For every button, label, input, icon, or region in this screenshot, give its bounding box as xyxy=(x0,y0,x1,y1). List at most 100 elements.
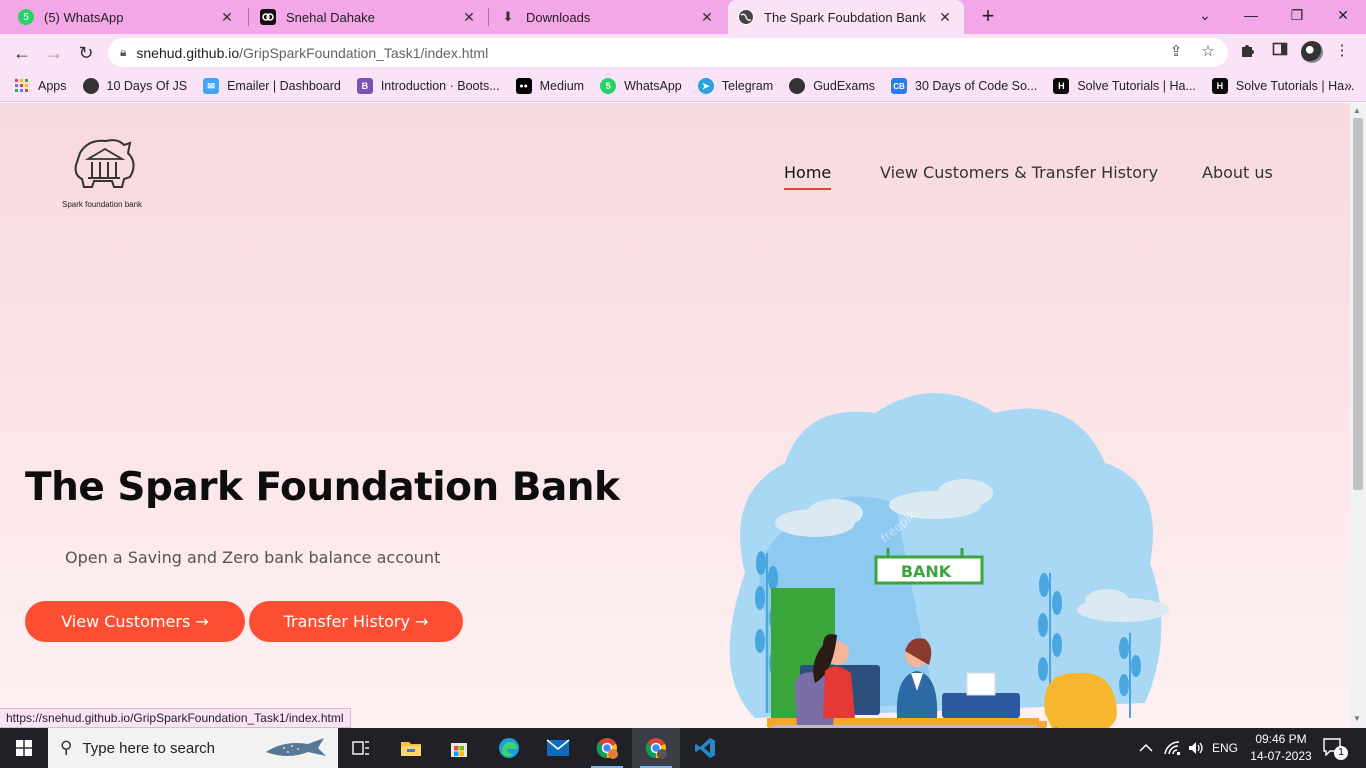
close-icon[interactable]: ✕ xyxy=(936,9,954,26)
address-bar[interactable]: 🔒︎ snehud.github.io/GripSparkFoundation_… xyxy=(108,38,1228,67)
reload-icon[interactable]: ↻ xyxy=(73,40,99,66)
minimize-icon[interactable]: — xyxy=(1228,0,1274,30)
menu-kebab-icon[interactable]: ⋮ xyxy=(1331,41,1353,63)
view-customers-button[interactable]: View Customers → xyxy=(25,601,245,642)
mail-icon[interactable] xyxy=(534,728,582,768)
globe-icon xyxy=(789,78,806,94)
taskbar-clock[interactable]: 09:46 PM 14-07-2023 xyxy=(1250,731,1312,765)
extensions-puzzle-icon[interactable] xyxy=(1237,41,1259,63)
task-view-icon[interactable] xyxy=(337,728,385,768)
clock-date: 14-07-2023 xyxy=(1250,749,1312,763)
restore-icon[interactable]: ❐ xyxy=(1274,0,1320,30)
link-status-bubble: https://snehud.github.io/GripSparkFounda… xyxy=(0,708,351,728)
whale-shark-search-art xyxy=(266,738,326,756)
bookmark-bootstrap[interactable]: B Introduction · Boots... xyxy=(356,78,500,94)
emailer-icon: ✉ xyxy=(203,78,220,94)
bookmark-apps[interactable]: Apps xyxy=(14,78,67,94)
back-arrow-icon[interactable]: ← xyxy=(9,40,35,66)
file-explorer-icon[interactable] xyxy=(387,728,435,768)
bookmark-star-icon[interactable]: ☆ xyxy=(1198,42,1218,62)
bookmark-label: GudExams xyxy=(813,79,876,93)
close-window-icon[interactable]: ✕ xyxy=(1320,0,1366,30)
whatsapp-icon: 5 xyxy=(600,78,617,94)
tab-snehal-dahake[interactable]: Snehal Dahake ✕ xyxy=(250,0,488,34)
piggy-bank-logo-icon xyxy=(74,139,135,188)
tab-whatsapp[interactable]: 5 (5) WhatsApp ✕ xyxy=(8,0,246,34)
vscode-icon[interactable] xyxy=(681,728,729,768)
chrome-profile-2-icon[interactable] xyxy=(632,728,680,768)
bookmark-label: 10 Days Of JS xyxy=(106,79,188,93)
side-panel-icon[interactable] xyxy=(1269,41,1291,63)
bookmark-label: Emailer | Dashboard xyxy=(227,79,341,93)
close-icon[interactable]: ✕ xyxy=(218,9,236,26)
profile-avatar[interactable] xyxy=(1301,41,1323,63)
microsoft-store-icon[interactable] xyxy=(435,728,483,768)
clock-time: 09:46 PM xyxy=(1255,732,1307,746)
notification-center-icon[interactable]: 1 xyxy=(1322,738,1348,760)
bank-illustration: BANK freepik xyxy=(729,393,1169,728)
page-scrollbar[interactable]: ▲ ▼ xyxy=(1350,103,1366,728)
more-bookmarks-chevron-icon[interactable]: » xyxy=(1344,77,1352,93)
nav-home[interactable]: Home xyxy=(784,163,832,190)
transfer-history-button[interactable]: Transfer History → xyxy=(249,601,463,642)
wifi-icon[interactable] xyxy=(1163,728,1181,768)
language-indicator[interactable]: ENG xyxy=(1212,728,1238,768)
bookmark-gudexams[interactable]: GudExams xyxy=(789,78,875,94)
volume-icon[interactable] xyxy=(1187,728,1205,768)
bookmark-label: 30 Days of Code So... xyxy=(915,79,1038,93)
bookmarks-bar: Apps 10 Days Of JS ✉ Emailer | Dashboard… xyxy=(0,71,1366,102)
bookmark-30-days-of-code[interactable]: CB 30 Days of Code So... xyxy=(891,78,1037,94)
app-icon xyxy=(260,9,276,25)
bookmark-hackerrank-1[interactable]: H Solve Tutorials | Ha... xyxy=(1053,78,1196,94)
edge-browser-icon[interactable] xyxy=(485,728,533,768)
tab-strip: 5 (5) WhatsApp ✕ Snehal Dahake ✕ ⬇ Downl… xyxy=(0,0,1366,34)
tab-spark-bank[interactable]: The Spark Foubdation Bank ✕ xyxy=(728,0,964,34)
tab-title: (5) WhatsApp xyxy=(44,9,124,25)
new-tab-button[interactable]: + xyxy=(976,5,1000,29)
bookmark-whatsapp[interactable]: 5 WhatsApp xyxy=(600,78,682,94)
forward-arrow-icon[interactable]: → xyxy=(41,40,67,66)
hackerrank-icon: H xyxy=(1211,78,1228,94)
windows-logo-icon xyxy=(16,740,32,756)
nav-customers-history[interactable]: View Customers & Transfer History xyxy=(880,163,1158,182)
globe-icon xyxy=(82,78,99,94)
close-icon[interactable]: ✕ xyxy=(698,9,716,26)
show-hidden-icons-chevron-icon[interactable] xyxy=(1139,728,1153,768)
url-path: /GripSparkFoundation_Task1/index.html xyxy=(239,44,489,61)
nav-about-us[interactable]: About us xyxy=(1202,163,1273,182)
bookmark-label: Solve Tutorials | Ha... xyxy=(1235,79,1355,93)
hero-subtitle: Open a Saving and Zero bank balance acco… xyxy=(65,548,441,567)
tab-title: Snehal Dahake xyxy=(286,9,375,25)
close-icon[interactable]: ✕ xyxy=(460,9,478,26)
scroll-down-arrow-icon[interactable]: ▼ xyxy=(1353,714,1361,723)
tab-search-chevron-icon[interactable]: ⌄ xyxy=(1182,0,1228,30)
scrollbar-thumb[interactable] xyxy=(1353,118,1363,490)
search-placeholder: Type here to search xyxy=(82,739,216,757)
tab-divider xyxy=(488,8,489,26)
bookmark-medium[interactable]: ●● Medium xyxy=(515,78,585,94)
bookmark-label: Medium xyxy=(539,79,585,93)
bookmark-label: WhatsApp xyxy=(624,79,682,93)
lock-icon[interactable]: 🔒︎ xyxy=(120,45,126,60)
hero-title: The Spark Foundation Bank xyxy=(25,465,620,510)
medium-icon: ●● xyxy=(515,78,532,94)
tab-downloads[interactable]: ⬇ Downloads ✕ xyxy=(490,0,726,34)
bookmark-hackerrank-2[interactable]: H Solve Tutorials | Ha... xyxy=(1211,78,1355,94)
hackerrank-icon: H xyxy=(1053,78,1070,94)
notification-count-badge: 1 xyxy=(1334,746,1348,760)
download-icon: ⬇ xyxy=(502,9,514,24)
bookmark-10-days-of-js[interactable]: 10 Days Of JS xyxy=(82,78,188,94)
url-host: snehud.github.io xyxy=(136,44,240,61)
bank-sign-text: BANK xyxy=(901,562,952,581)
site-logo[interactable]: Spark foundation bank xyxy=(58,135,158,215)
browser-toolbar: ← → ↻ 🔒︎ snehud.github.io/GripSparkFound… xyxy=(0,34,1366,71)
share-icon[interactable]: ⇪ xyxy=(1166,42,1186,62)
bookmark-emailer[interactable]: ✉ Emailer | Dashboard xyxy=(203,78,341,94)
apps-grid-icon xyxy=(14,78,30,94)
bookmark-telegram[interactable]: ➤ Telegram xyxy=(697,78,773,94)
chrome-profile-1-icon[interactable] xyxy=(583,728,631,768)
windows-start-button[interactable] xyxy=(0,728,48,768)
taskbar-search-input[interactable]: ⚲ Type here to search xyxy=(48,728,338,768)
codebeautify-icon: CB xyxy=(891,78,908,94)
scroll-up-arrow-icon[interactable]: ▲ xyxy=(1353,106,1361,115)
